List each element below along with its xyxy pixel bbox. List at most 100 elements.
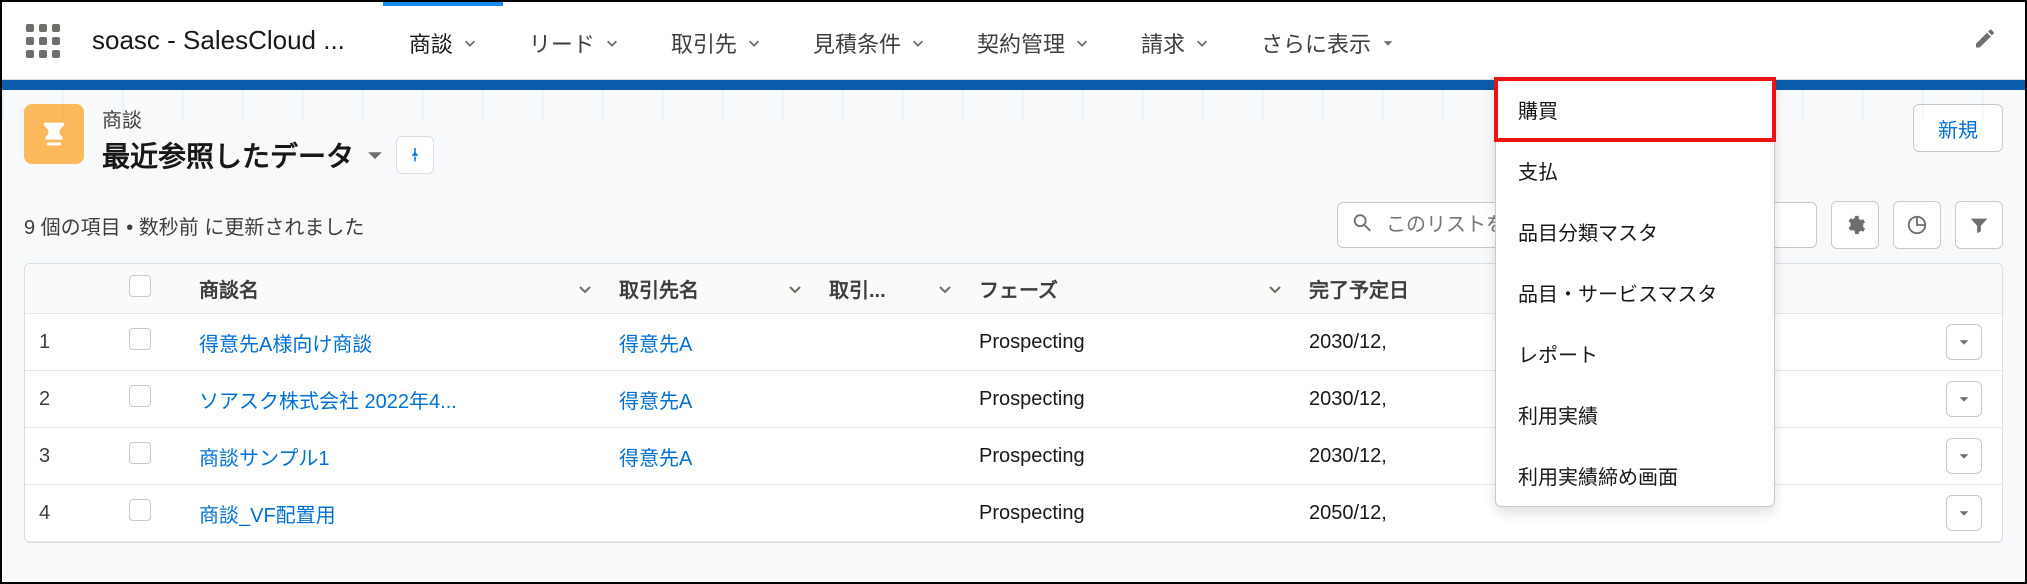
row-action-button[interactable]: [1946, 438, 1982, 474]
chevron-down-icon: [787, 281, 803, 297]
dd-item-product[interactable]: 品目・サービスマスタ: [1496, 262, 1774, 323]
nav-tab-label: 契約管理: [977, 27, 1065, 59]
caret-down-icon: [1381, 36, 1395, 50]
cell-account2: [815, 485, 965, 542]
row-action-button[interactable]: [1946, 381, 1982, 417]
row-select[interactable]: [115, 428, 185, 485]
cell-phase: Prospecting: [965, 371, 1295, 428]
row-select[interactable]: [115, 485, 185, 542]
row-select[interactable]: [115, 314, 185, 371]
app-name: soasc - SalesCloud ...: [92, 25, 345, 56]
filter-button[interactable]: [1955, 201, 2003, 249]
opportunity-link[interactable]: 得意先A様向け商談: [199, 334, 372, 356]
list-view-name[interactable]: 最近参照したデータ: [102, 135, 354, 175]
account-link[interactable]: 得意先A: [619, 391, 692, 413]
caret-down-icon[interactable]: [364, 144, 386, 166]
cell-name: 得意先A様向け商談: [185, 314, 605, 371]
row-checkbox[interactable]: [129, 442, 151, 464]
cell-date: 2030/12,: [1295, 371, 1495, 428]
pin-button[interactable]: [396, 136, 434, 174]
opportunity-link[interactable]: 商談サンプル1: [199, 448, 330, 470]
chevron-down-icon: [937, 281, 953, 297]
opportunity-link[interactable]: 商談_VF配置用: [199, 505, 336, 527]
cell-account: 得意先A: [605, 314, 815, 371]
row-number: 1: [25, 314, 115, 371]
row-checkbox[interactable]: [129, 385, 151, 407]
chevron-down-icon: [463, 36, 477, 50]
dd-item-purchase[interactable]: 購買: [1496, 79, 1774, 140]
chart-view-button[interactable]: [1893, 201, 1941, 249]
col-close-date[interactable]: 完了予定日: [1295, 264, 1495, 314]
chevron-down-icon: [577, 281, 593, 297]
cell-date: 2050/12,: [1295, 485, 1495, 542]
nav-tab-lead[interactable]: リード: [503, 2, 645, 79]
edit-nav-icon[interactable]: [1973, 26, 1997, 55]
cell-account2: [815, 314, 965, 371]
chevron-down-icon: [1267, 281, 1283, 297]
col-account[interactable]: 取引先名: [605, 264, 815, 314]
global-nav: soasc - SalesCloud ... 商談 リード 取引先 見積条件 契…: [2, 2, 2025, 80]
row-checkbox[interactable]: [129, 328, 151, 350]
chevron-down-icon: [911, 36, 925, 50]
opportunity-link[interactable]: ソアスク株式会社 2022年4...: [199, 391, 457, 413]
chevron-down-icon: [605, 36, 619, 50]
list-settings-button[interactable]: [1831, 201, 1879, 249]
dd-item-usage[interactable]: 利用実績: [1496, 384, 1774, 445]
cell-action: [1932, 428, 2002, 485]
row-action-button[interactable]: [1946, 495, 1982, 531]
cell-phase: Prospecting: [965, 428, 1295, 485]
more-dropdown: 購買 支払 品目分類マスタ 品目・サービスマスタ レポート 利用実績 利用実績締…: [1495, 78, 1775, 507]
cell-action: [1932, 371, 2002, 428]
cell-name: 商談_VF配置用: [185, 485, 605, 542]
nav-tab-more[interactable]: さらに表示: [1235, 2, 1421, 79]
chevron-down-icon: [1195, 36, 1209, 50]
dd-item-category[interactable]: 品目分類マスタ: [1496, 201, 1774, 262]
col-select[interactable]: [115, 264, 185, 314]
row-action-button[interactable]: [1946, 324, 1982, 360]
col-name[interactable]: 商談名: [185, 264, 605, 314]
chevron-down-icon: [747, 36, 761, 50]
cell-account2: [815, 371, 965, 428]
col-phase[interactable]: フェーズ: [965, 264, 1295, 314]
app-launcher-icon[interactable]: [24, 22, 62, 60]
cell-action: [1932, 485, 2002, 542]
cell-name: 商談サンプル1: [185, 428, 605, 485]
nav-tabs: 商談 リード 取引先 見積条件 契約管理 請求 さらに表示: [383, 2, 1421, 79]
nav-tab-label: リード: [529, 27, 595, 59]
cell-action: [1932, 314, 2002, 371]
nav-tab-opportunity[interactable]: 商談: [383, 2, 503, 79]
row-checkbox[interactable]: [129, 499, 151, 521]
nav-tab-label: 取引先: [671, 27, 737, 59]
cell-account: [605, 485, 815, 542]
dd-item-report[interactable]: レポート: [1496, 323, 1774, 384]
nav-tab-label: 請求: [1141, 27, 1185, 59]
nav-tab-billing[interactable]: 請求: [1115, 2, 1235, 79]
nav-tab-label: さらに表示: [1261, 27, 1371, 59]
row-select[interactable]: [115, 371, 185, 428]
cell-phase: Prospecting: [965, 485, 1295, 542]
col-account-trunc[interactable]: 取引...: [815, 264, 965, 314]
nav-tab-contract[interactable]: 契約管理: [951, 2, 1115, 79]
nav-tab-account[interactable]: 取引先: [645, 2, 787, 79]
row-number: 2: [25, 371, 115, 428]
search-icon: [1351, 212, 1373, 239]
account-link[interactable]: 得意先A: [619, 448, 692, 470]
select-all-checkbox[interactable]: [129, 275, 151, 297]
chevron-down-icon: [1075, 36, 1089, 50]
nav-tab-quote[interactable]: 見積条件: [787, 2, 951, 79]
dd-item-payment[interactable]: 支払: [1496, 140, 1774, 201]
cell-account2: [815, 428, 965, 485]
cell-account: 得意先A: [605, 371, 815, 428]
cell-phase: Prospecting: [965, 314, 1295, 371]
account-link[interactable]: 得意先A: [619, 334, 692, 356]
cell-account: 得意先A: [605, 428, 815, 485]
nav-tab-label: 見積条件: [813, 27, 901, 59]
col-actions: [1932, 264, 2002, 314]
dd-item-closing[interactable]: 利用実績締め画面: [1496, 445, 1774, 506]
cell-date: 2030/12,: [1295, 428, 1495, 485]
cell-date: 2030/12,: [1295, 314, 1495, 371]
row-number: 3: [25, 428, 115, 485]
list-meta-text: 9 個の項目 • 数秒前 に更新されました: [24, 211, 364, 240]
cell-name: ソアスク株式会社 2022年4...: [185, 371, 605, 428]
nav-tab-label: 商談: [409, 27, 453, 59]
